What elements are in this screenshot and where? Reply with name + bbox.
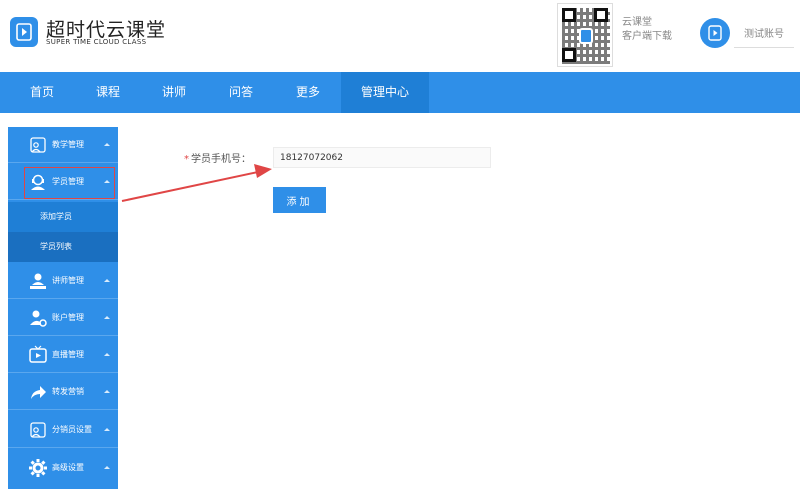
nav-item-more[interactable]: 更多 [286,72,330,113]
play-book-icon [708,25,722,41]
annotation-box [24,167,115,199]
brand-subtitle: SUPER TIME CLOUD CLASS [46,38,147,46]
required-mark: * [184,154,189,165]
caret-up-icon [104,316,110,319]
qr-caption: 云课堂 客户端下载 [622,16,672,44]
header: 超时代云课堂 SUPER TIME CLOUD CLASS 云课堂 客户端下载 … [0,0,800,72]
phone-label-text: 学员手机号： [191,154,251,165]
sidebar-item-live[interactable]: 直播管理 [8,337,118,373]
sidebar-item-teaching[interactable]: 教学管理 [8,127,118,163]
sidebar-item-advanced[interactable]: 高级设置 [8,450,118,486]
sidebar-item-label: 账户管理 [52,313,84,322]
sidebar-item-label: 转发营销 [52,387,84,396]
account-name[interactable]: 测试账号 [734,18,794,48]
caret-up-icon [104,466,110,469]
nav-item-teachers[interactable]: 讲师 [152,72,196,113]
caret-up-icon [104,279,110,282]
nav-item-home[interactable]: 首页 [20,72,64,113]
student-phone-input[interactable] [273,147,491,168]
caret-up-icon [104,428,110,431]
teaching-icon [30,137,46,153]
main-nav: 首页 课程 讲师 问答 更多 管理中心 [0,72,800,113]
caret-up-icon [104,353,110,356]
caret-up-icon [104,390,110,393]
sidebar-item-teachers[interactable]: 讲师管理 [8,263,118,299]
avatar[interactable] [700,18,730,48]
add-button[interactable]: 添加 [273,187,326,213]
sidebar-item-share[interactable]: 转发营销 [8,374,118,410]
play-book-icon [16,23,32,41]
sidebar-item-label: 直播管理 [52,350,84,359]
sidebar-item-accounts[interactable]: 账户管理 [8,300,118,336]
nav-item-courses[interactable]: 课程 [86,72,130,113]
sidebar-subitem-student-list[interactable]: 学员列表 [8,232,118,262]
logo[interactable] [10,17,38,47]
sidebar-item-label: 教学管理 [52,140,84,149]
sidebar-subitem-add-student[interactable]: 添加学员 [8,202,118,232]
caret-up-icon [104,143,110,146]
teacher-icon [30,273,46,289]
qr-line-1: 云课堂 [622,17,652,28]
sidebar-item-distributor[interactable]: 分销员设置 [8,412,118,448]
sidebar-item-label: 高级设置 [52,463,84,472]
sidebar-item-label: 分销员设置 [52,425,92,434]
live-icon [29,345,47,363]
qr-code [557,3,613,67]
gear-icon [29,459,47,477]
share-icon [31,386,46,399]
qr-line-2: 客户端下载 [622,31,672,42]
account-settings-icon [30,310,47,327]
nav-item-qa[interactable]: 问答 [219,72,263,113]
sidebar-item-label: 讲师管理 [52,276,84,285]
nav-item-admin-center[interactable]: 管理中心 [341,72,429,113]
phone-label: * 学员手机号： [184,150,251,165]
distributor-icon [30,422,46,438]
